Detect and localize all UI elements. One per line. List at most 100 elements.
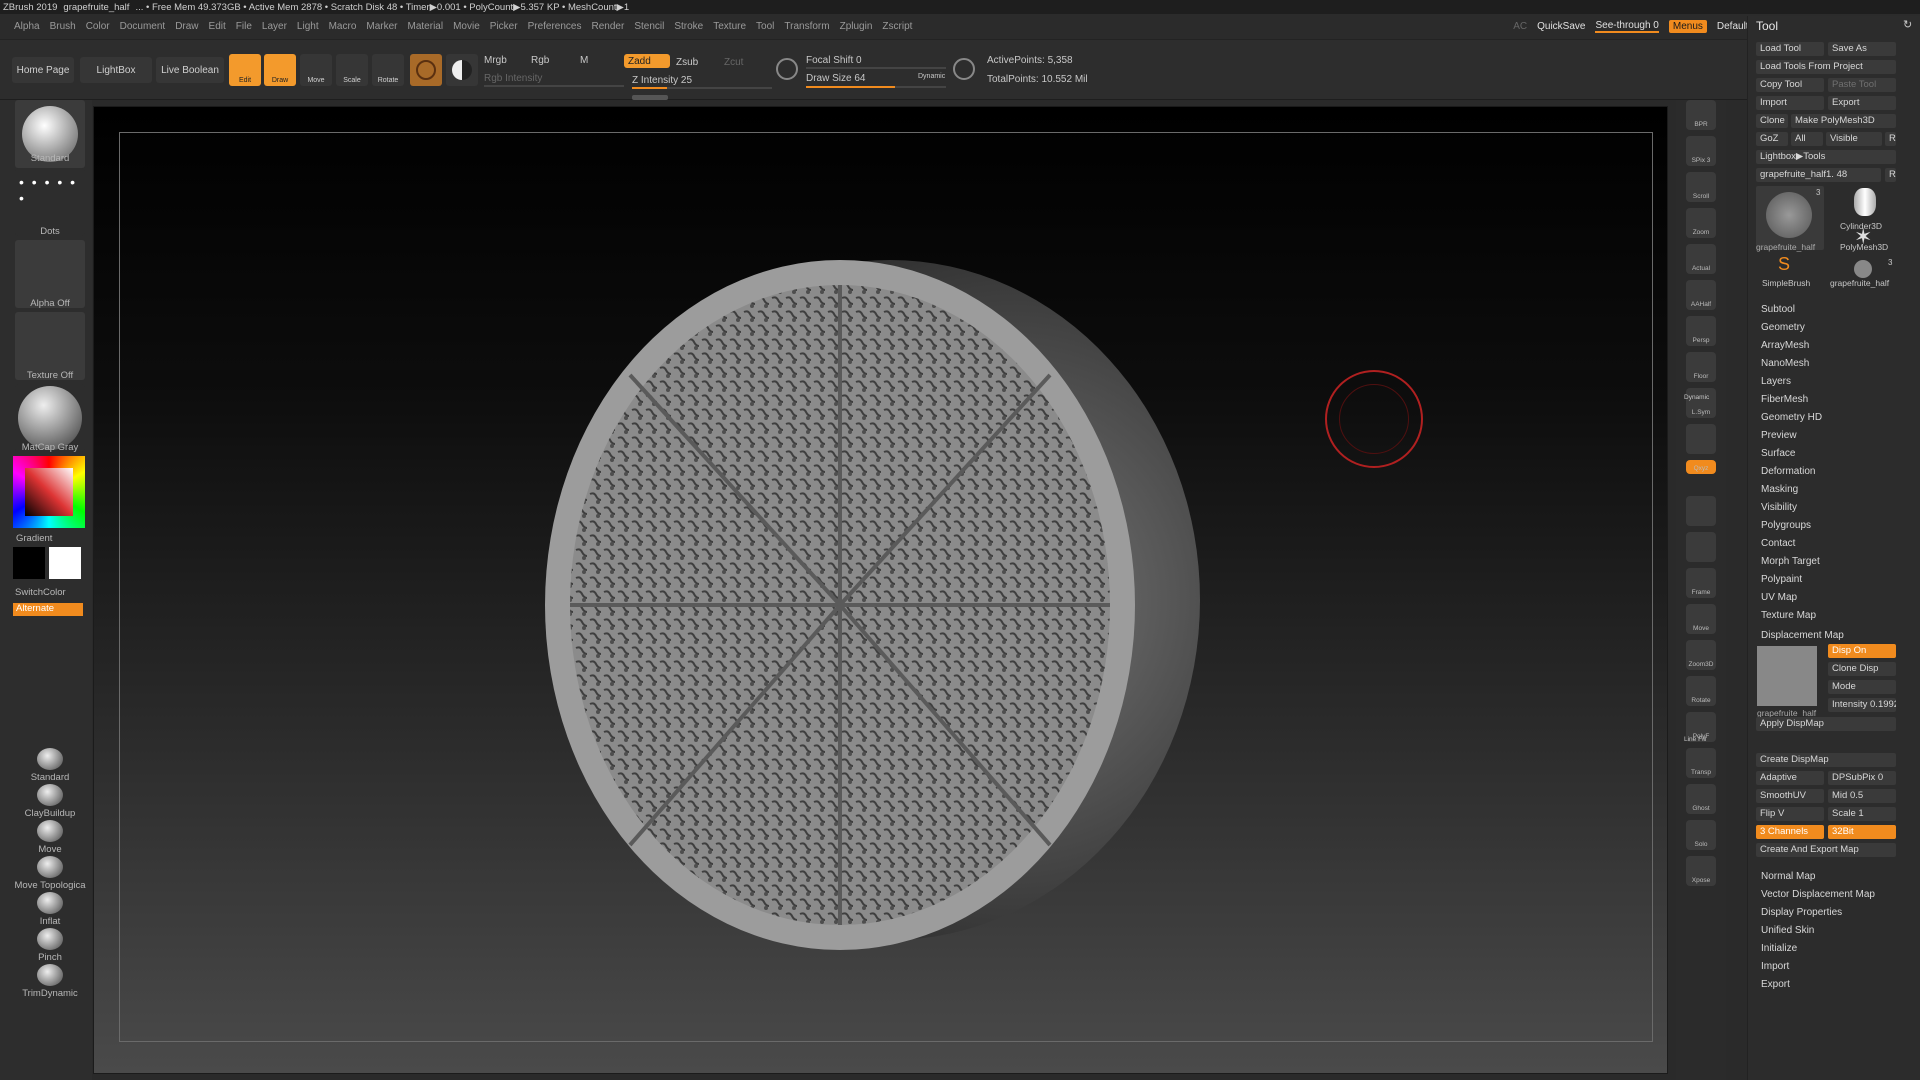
dispmap-thumb[interactable] [1757,646,1817,706]
brush-6-icon[interactable] [37,928,63,950]
z-intensity-slider[interactable]: Z Intensity 25 [632,75,692,86]
shelf-floor-icon[interactable]: Floor [1686,352,1716,382]
dynamic-toggle[interactable]: Dynamic [918,73,945,80]
material-swatch-icon[interactable] [410,54,442,86]
brush-6-label[interactable]: Pinch [0,952,100,963]
tool-sub-nanomesh[interactable]: NanoMesh [1761,358,1809,369]
brush-7-icon[interactable] [37,964,63,986]
alternate-toggle[interactable]: Alternate [13,603,83,616]
simplebrush-label[interactable]: SimpleBrush [1762,278,1810,288]
export-button[interactable]: Export [1828,96,1896,110]
tool-sub-uv-map[interactable]: UV Map [1761,592,1797,603]
grapefruit-small-icon[interactable] [1854,260,1872,278]
scale-mode-button[interactable]: Scale [336,54,368,86]
lightbox-button[interactable]: LightBox [80,57,152,83]
displacement-map-header[interactable]: Displacement Map [1761,630,1844,641]
tool-sub-arraymesh[interactable]: ArrayMesh [1761,340,1809,351]
three-channels-toggle[interactable]: 3 Channels [1756,825,1824,839]
brush-4-icon[interactable] [37,856,63,878]
menu-item-layer[interactable]: Layer [262,21,287,32]
tool-sub-display-properties-lower[interactable]: Display Properties [1761,907,1842,918]
brush-4-label[interactable]: Move Topologica [0,880,100,891]
tool-sub-fibermesh[interactable]: FiberMesh [1761,394,1808,405]
zsub-toggle[interactable]: Zsub [676,57,698,68]
shelf-ghost-icon[interactable]: Ghost [1686,784,1716,814]
menu-item-material[interactable]: Material [408,21,444,32]
shelf-frame-icon[interactable]: Frame [1686,568,1716,598]
shelf-l-sym-icon[interactable]: L.Sym [1686,388,1716,418]
make-polymesh-button[interactable]: Make PolyMesh3D [1791,114,1896,128]
current-tool-r-button[interactable]: R [1885,168,1896,182]
draw-size-slider[interactable]: Draw Size 64 [806,73,865,84]
shelf-zoom3d-icon[interactable]: Zoom3D [1686,640,1716,670]
menu-item-zscript[interactable]: Zscript [882,21,912,32]
shelf-actual-icon[interactable]: Actual [1686,244,1716,274]
menu-item-transform[interactable]: Transform [784,21,829,32]
draw-mode-button[interactable]: Draw [264,54,296,86]
shelf-solo-icon[interactable]: Solo [1686,820,1716,850]
tool-sub-vector-displacement-map-lower[interactable]: Vector Displacement Map [1761,889,1875,900]
menu-item-stroke[interactable]: Stroke [674,21,703,32]
m-toggle[interactable]: M [580,55,588,66]
tool-sub-normal-map-lower[interactable]: Normal Map [1761,871,1815,882]
menu-item-edit[interactable]: Edit [209,21,226,32]
goz-r-button[interactable]: R [1885,132,1896,146]
tool-sub-geometry[interactable]: Geometry [1761,322,1805,333]
menu-item-alpha[interactable]: Alpha [14,21,40,32]
dpsubpix-slider[interactable]: DPSubPix 0 [1828,771,1896,785]
shelf-bpr-icon[interactable]: BPR [1686,100,1716,130]
load-tools-project-button[interactable]: Load Tools From Project [1756,60,1896,74]
rotate-mode-button[interactable]: Rotate [372,54,404,86]
shelf-shelf-11-icon[interactable] [1686,496,1716,526]
tool-sub-texture-map[interactable]: Texture Map [1761,610,1816,621]
quicksave-button[interactable]: QuickSave [1537,21,1585,32]
shelf-shelf-9-icon[interactable] [1686,424,1716,454]
menu-item-tool[interactable]: Tool [756,21,774,32]
menu-item-stencil[interactable]: Stencil [634,21,664,32]
shelf-persp-icon[interactable]: Persp [1686,316,1716,346]
paste-tool-button[interactable]: Paste Tool [1828,78,1896,92]
menu-item-brush[interactable]: Brush [50,21,76,32]
shelf-xpose-icon[interactable]: Xpose [1686,856,1716,886]
lightbox-tools-button[interactable]: Lightbox▶Tools [1756,150,1896,164]
load-tool-button[interactable]: Load Tool [1756,42,1824,56]
menu-item-light[interactable]: Light [297,21,319,32]
shelf-shelf-12-icon[interactable] [1686,532,1716,562]
shelf-spix-3-icon[interactable]: SPix 3 [1686,136,1716,166]
tool-sub-geometry-hd[interactable]: Geometry HD [1761,412,1822,423]
tool-sub-import-lower[interactable]: Import [1761,961,1789,972]
apply-dispmap-button[interactable]: Apply DispMap [1756,717,1896,731]
zcut-toggle[interactable]: Zcut [724,57,743,68]
secondary-color-swatch[interactable] [13,547,45,579]
small-thumb-label[interactable]: grapefruite_half [1830,278,1889,288]
grapefruit-model[interactable] [490,225,1210,985]
tool-sub-polygroups[interactable]: Polygroups [1761,520,1811,531]
menu-item-render[interactable]: Render [592,21,625,32]
goz-button[interactable]: GoZ [1756,132,1788,146]
shelf-rotate-icon[interactable]: Rotate [1686,676,1716,706]
create-dispmap-button[interactable]: Create DispMap [1756,753,1896,767]
menu-item-movie[interactable]: Movie [453,21,480,32]
brush-2-icon[interactable] [37,784,63,806]
rgb-toggle[interactable]: Rgb [531,55,549,66]
color-picker[interactable] [13,456,85,528]
disp-on-toggle[interactable]: Disp On [1828,644,1896,658]
mrgb-toggle[interactable]: Mrgb [484,55,507,66]
focal-shift-slider[interactable]: Focal Shift 0 [806,55,862,66]
tool-thumb-grapefruit[interactable] [1756,186,1824,250]
brush-5-label[interactable]: Inflat [0,916,100,927]
tool-sub-export-lower[interactable]: Export [1761,979,1790,990]
menu-item-texture[interactable]: Texture [713,21,746,32]
tool-sub-unified-skin-lower[interactable]: Unified Skin [1761,925,1814,936]
home-page-button[interactable]: Home Page [12,57,74,83]
menus-toggle[interactable]: Menus [1668,20,1707,33]
flip-v-toggle[interactable]: Flip V [1756,807,1824,821]
tool-sub-surface[interactable]: Surface [1761,448,1795,459]
menu-item-macro[interactable]: Macro [329,21,357,32]
menu-item-picker[interactable]: Picker [490,21,518,32]
menu-item-file[interactable]: File [236,21,252,32]
copy-tool-button[interactable]: Copy Tool [1756,78,1824,92]
menu-item-preferences[interactable]: Preferences [528,21,582,32]
palette-popout-icon[interactable]: ↻ [1903,18,1912,31]
save-as-button[interactable]: Save As [1828,42,1896,56]
